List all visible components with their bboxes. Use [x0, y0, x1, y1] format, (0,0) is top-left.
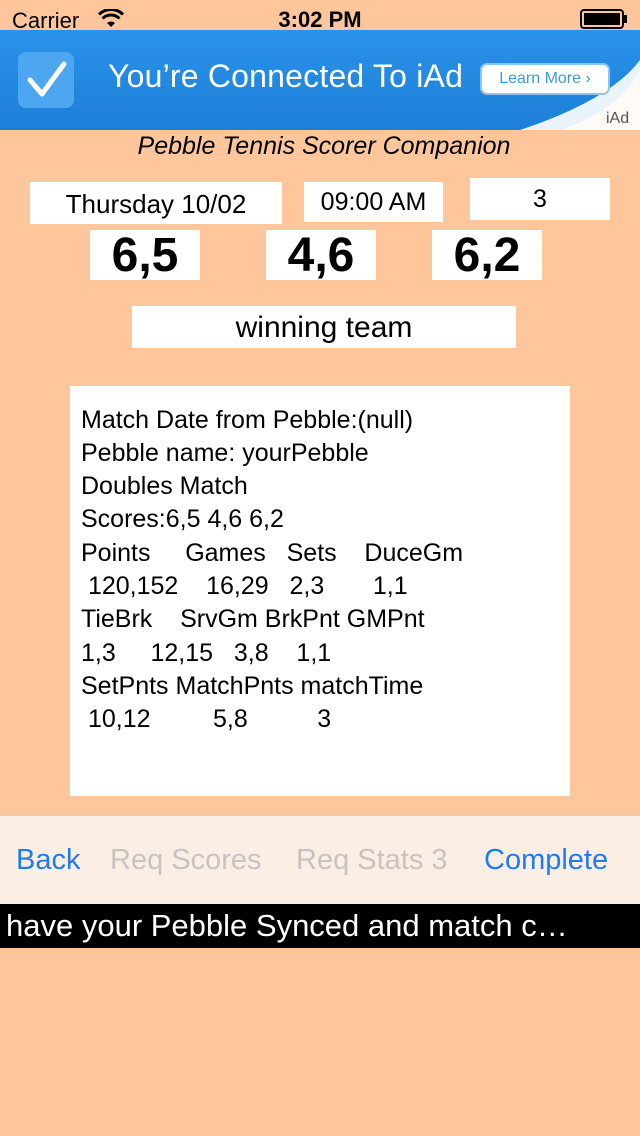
back-button[interactable]: Back	[16, 844, 80, 877]
learn-more-button[interactable]: Learn More ›	[480, 63, 610, 95]
stats-line: 10,12 5,8 3	[81, 705, 332, 733]
stats-line: Points Games Sets DuceGm	[81, 539, 464, 567]
match-count-field: 3	[470, 178, 610, 220]
bottom-toolbar: Back Req Scores Req Stats 3 Complete	[0, 815, 640, 904]
app-title: Pebble Tennis Scorer Companion	[137, 132, 511, 160]
set-score-1: 6,5	[90, 230, 200, 282]
ad-text: You’re Connected To iAd	[108, 58, 464, 94]
battery-icon	[580, 9, 627, 29]
match-time-field: 09:00 AM	[304, 182, 443, 222]
iad-brand-label: iAd	[606, 110, 630, 127]
match-date-field: Thursday 10/02	[30, 182, 282, 224]
stats-line: Doubles Match	[81, 472, 248, 500]
stats-line: TieBrk SrvGm BrkPnt GMPnt	[81, 605, 425, 633]
stats-line: SetPnts MatchPnts matchTime	[81, 672, 424, 700]
ad-banner[interactable]: You’re Connected To iAd Learn More › iAd	[0, 30, 640, 130]
winning-team-label: winning team	[132, 306, 516, 348]
stats-line: Pebble name: yourPebble	[81, 439, 369, 467]
request-stats-button[interactable]: Req Stats 3	[296, 844, 448, 877]
stats-line: 1,3 12,15 3,8 1,1	[81, 639, 332, 667]
match-stats-textview[interactable]: Match Date from Pebble:(null) Pebble nam…	[70, 386, 570, 796]
request-scores-button[interactable]: Req Scores	[110, 844, 262, 877]
stats-line: Match Date from Pebble:(null)	[81, 406, 414, 434]
set-score-3: 6,2	[432, 230, 542, 282]
stats-line: Scores:6,5 4,6 6,2	[81, 505, 284, 533]
checkmark-icon	[18, 52, 74, 108]
complete-button[interactable]: Complete	[484, 844, 608, 877]
status-message-bar: have your Pebble Synced and match c…	[0, 904, 640, 948]
set-score-2: 4,6	[266, 230, 376, 282]
stats-line: 120,152 16,29 2,3 1,1	[81, 572, 408, 600]
